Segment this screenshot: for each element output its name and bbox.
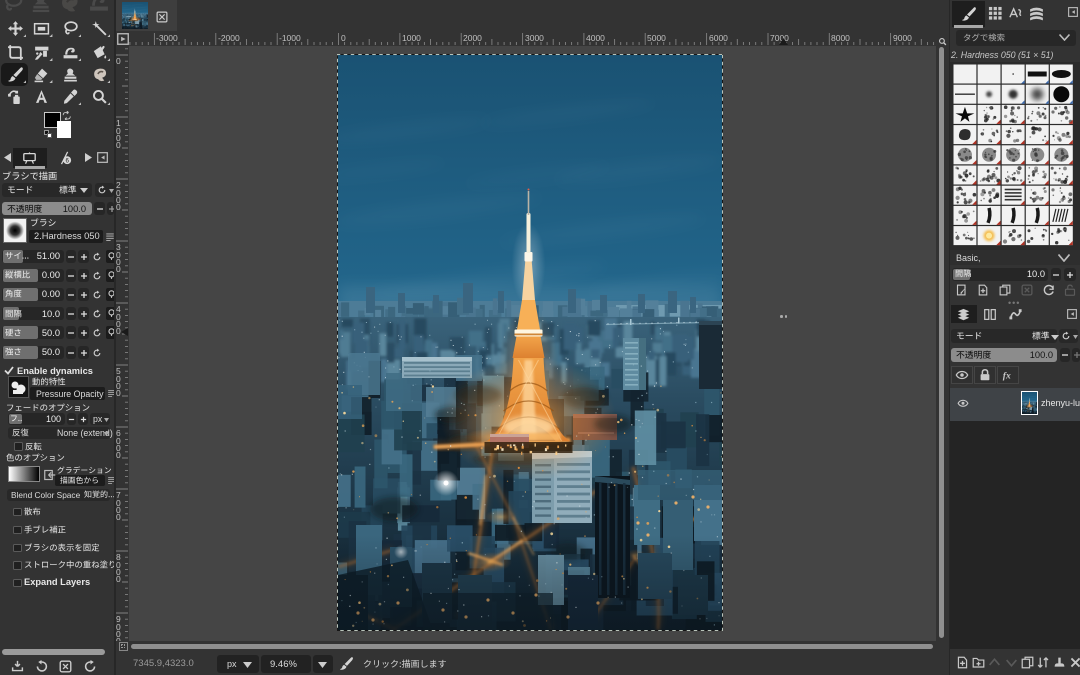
svg-text:6000: 6000 [709, 33, 728, 43]
svg-text:6: 6 [65, 157, 69, 164]
svg-text:9000: 9000 [893, 33, 912, 43]
svg-text:0: 0 [341, 33, 346, 43]
svg-text:0: 0 [116, 512, 121, 522]
svg-text:4000: 4000 [586, 33, 605, 43]
svg-text:-3000: -3000 [156, 33, 178, 43]
svg-text:0: 0 [116, 450, 121, 460]
svg-text:8000: 8000 [831, 33, 850, 43]
svg-text:-1000: -1000 [279, 33, 301, 43]
svg-text:5000: 5000 [647, 33, 666, 43]
svg-text:3000: 3000 [525, 33, 544, 43]
svg-text:1000: 1000 [402, 33, 421, 43]
svg-text:0: 0 [116, 56, 121, 66]
svg-text:0: 0 [116, 326, 121, 336]
svg-text:fx: fx [1002, 371, 1010, 382]
svg-text:2000: 2000 [463, 33, 482, 43]
svg-text:0: 0 [116, 202, 121, 212]
svg-text:0: 0 [116, 140, 121, 150]
svg-text:0: 0 [116, 574, 121, 584]
svg-text:0: 0 [116, 636, 121, 641]
svg-text:0: 0 [116, 388, 121, 398]
svg-text:0: 0 [116, 264, 121, 274]
svg-text:7000: 7000 [770, 33, 789, 43]
svg-text:-2000: -2000 [218, 33, 240, 43]
